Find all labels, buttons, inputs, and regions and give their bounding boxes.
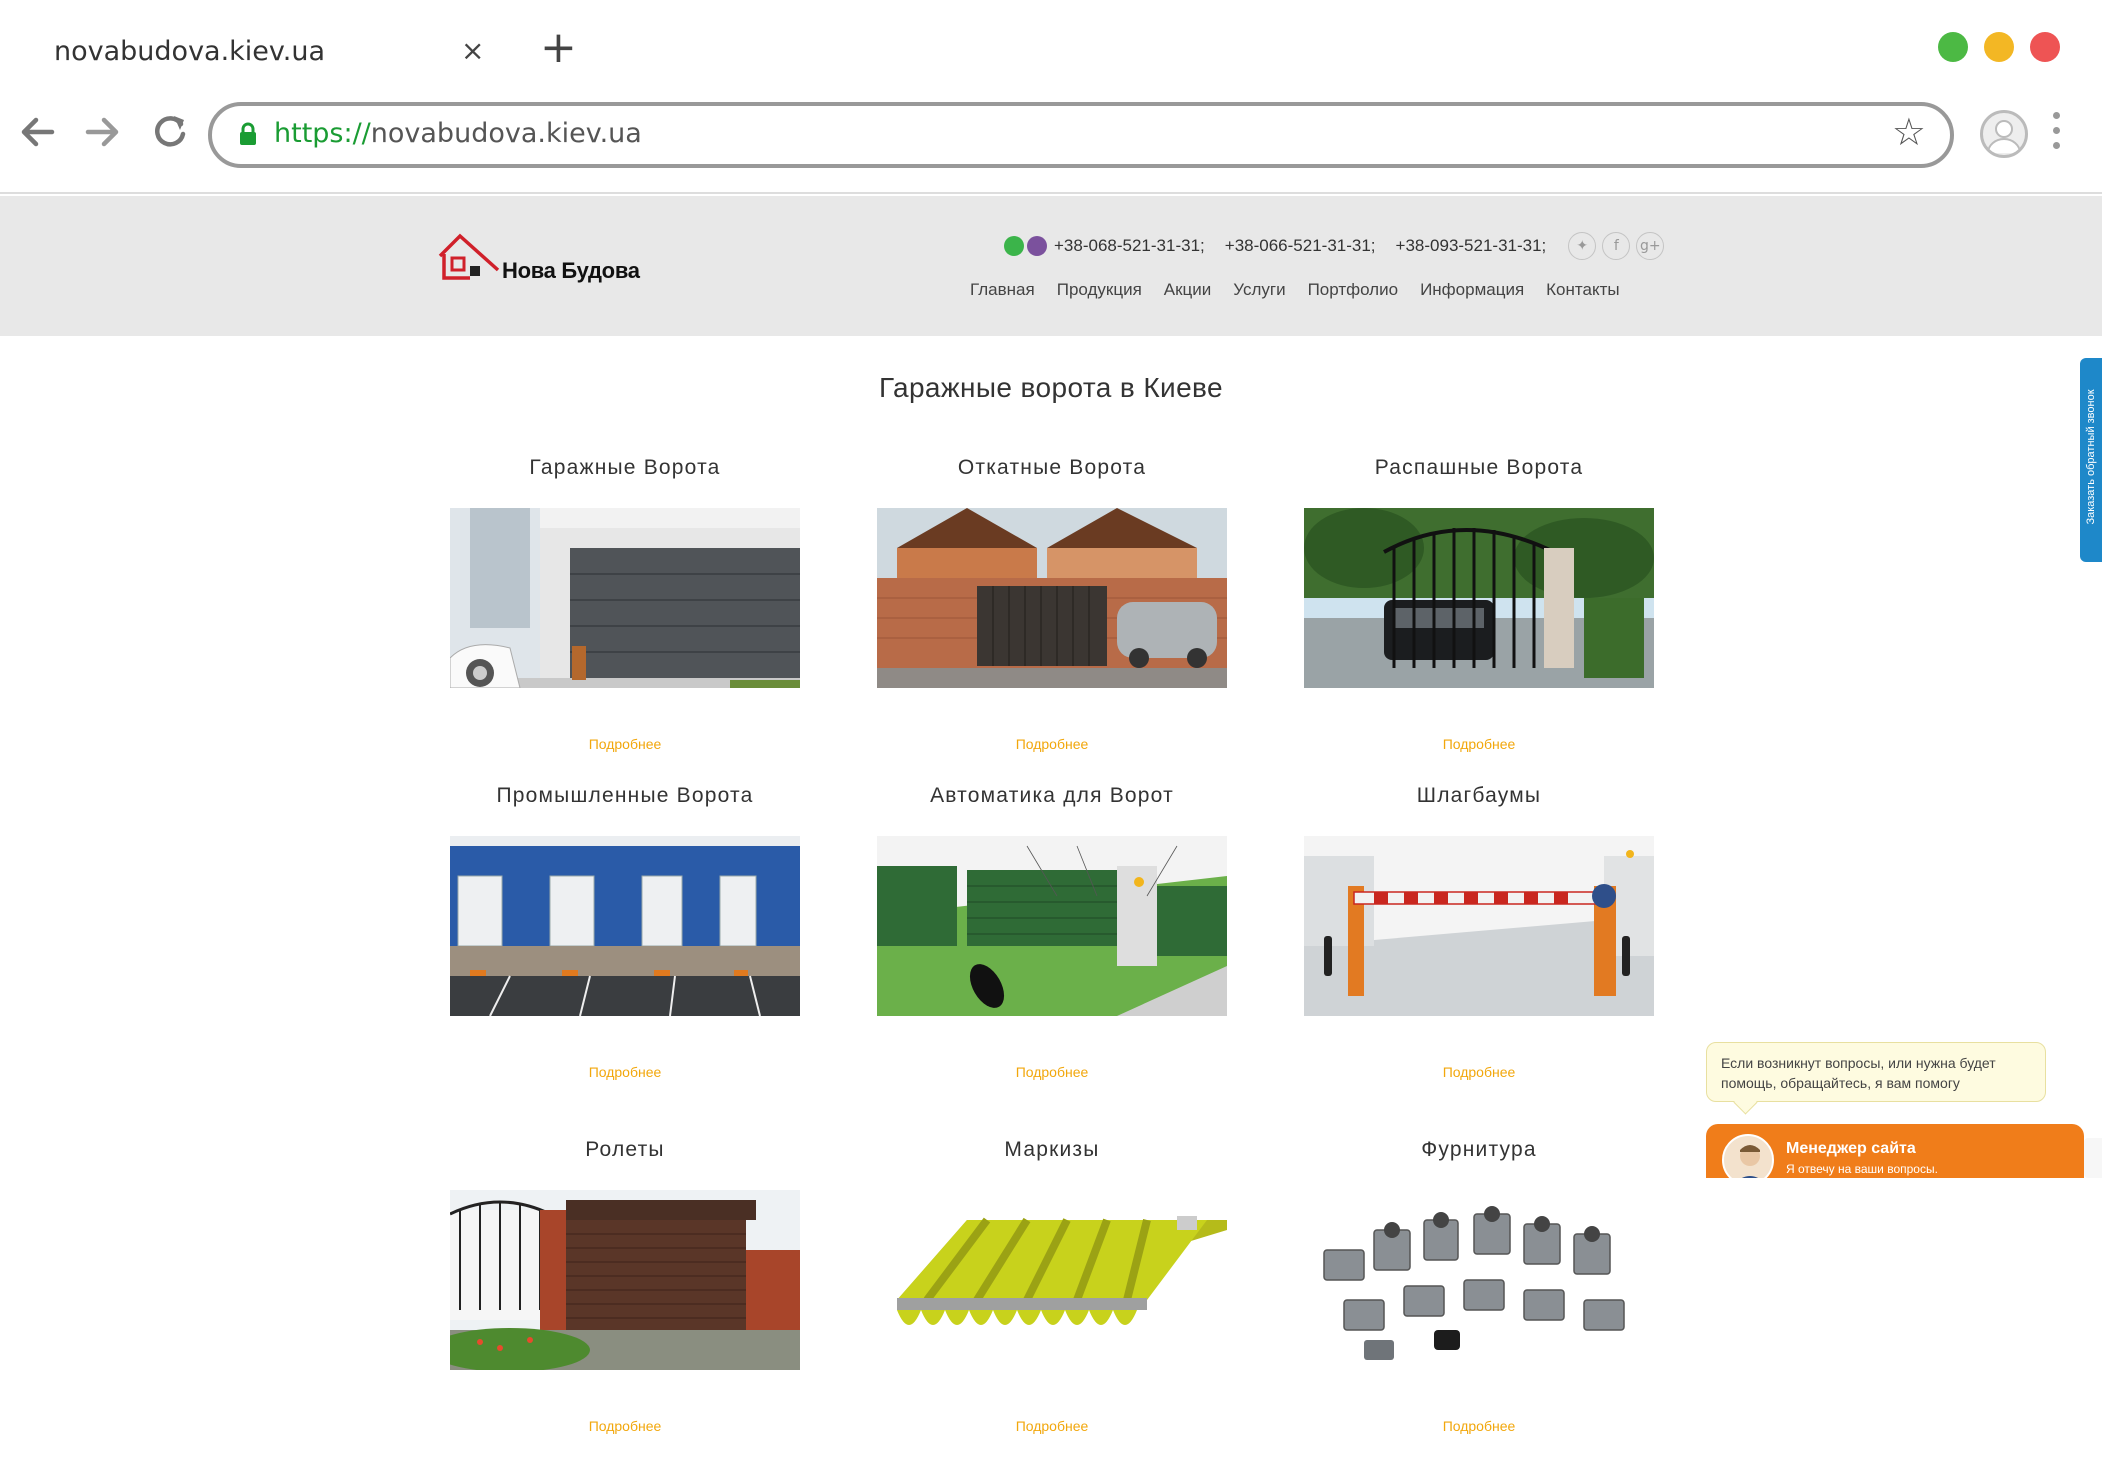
whatsapp-icon[interactable] bbox=[1004, 236, 1024, 256]
main-nav: Главная Продукция Акции Услуги Портфолио… bbox=[970, 280, 1642, 300]
url-host: novabudova.kiev.ua bbox=[370, 118, 642, 149]
card-title[interactable]: Откатные Ворота bbox=[876, 456, 1228, 496]
more-link[interactable]: Подробнее bbox=[449, 1064, 801, 1080]
product-image[interactable] bbox=[450, 1190, 800, 1370]
product-card: Маркизы Подробнее bbox=[876, 1138, 1228, 1434]
more-link[interactable]: Подробнее bbox=[1303, 1064, 1655, 1080]
twitter-icon[interactable]: ✦ bbox=[1568, 232, 1597, 260]
card-title[interactable]: Фурнитура bbox=[1303, 1138, 1655, 1178]
header-phones: +38-068-521-31-31; +38-066-521-31-31; +3… bbox=[1004, 232, 1665, 260]
manager-avatar bbox=[1722, 1134, 1774, 1178]
card-title[interactable]: Промышленные Ворота bbox=[449, 784, 801, 824]
card-title[interactable]: Маркизы bbox=[876, 1138, 1228, 1178]
product-card: Ролеты Подробнее bbox=[449, 1138, 801, 1434]
bookmark-star-icon[interactable]: ☆ bbox=[1892, 114, 1926, 152]
profile-avatar-icon[interactable] bbox=[1980, 110, 2028, 158]
house-logo-icon bbox=[438, 233, 500, 280]
product-image[interactable] bbox=[1304, 508, 1654, 688]
product-image[interactable] bbox=[877, 1190, 1227, 1370]
lock-icon bbox=[240, 122, 256, 145]
card-title[interactable]: Распашные Ворота bbox=[1303, 456, 1655, 496]
callback-request-tab[interactable]: Заказать обратный звонок bbox=[2080, 358, 2102, 562]
back-icon[interactable] bbox=[16, 110, 60, 154]
nav-item-services[interactable]: Услуги bbox=[1233, 280, 1285, 300]
address-bar[interactable]: https://novabudova.kiev.ua ☆ bbox=[208, 102, 1954, 168]
card-title[interactable]: Гаражные Ворота bbox=[449, 456, 801, 496]
chat-greeting-text: Если возникнут вопросы, или нужна будет … bbox=[1721, 1055, 1996, 1091]
product-card: Промышленные Ворота Подробнее bbox=[449, 784, 801, 1080]
window-maximize-button[interactable] bbox=[1938, 32, 1968, 62]
product-image[interactable] bbox=[1304, 1190, 1654, 1370]
nav-item-products[interactable]: Продукция bbox=[1057, 280, 1142, 300]
tab-close-button[interactable]: × bbox=[461, 34, 484, 67]
nav-item-home[interactable]: Главная bbox=[970, 280, 1035, 300]
card-title[interactable]: Автоматика для Ворот bbox=[876, 784, 1228, 824]
nav-item-promotions[interactable]: Акции bbox=[1164, 280, 1212, 300]
browser-tab-bar: novabudova.kiev.ua × + bbox=[0, 0, 2102, 90]
window-minimize-button[interactable] bbox=[1984, 32, 2014, 62]
product-card: Гаражные Ворота Подробнее bbox=[449, 456, 801, 752]
product-card: Автоматика для Ворот Подробнее bbox=[876, 784, 1228, 1080]
card-title[interactable]: Шлагбаумы bbox=[1303, 784, 1655, 824]
product-card: Распашные Ворота Подробнее bbox=[1303, 456, 1655, 752]
phone-number[interactable]: +38-093-521-31-31; bbox=[1396, 236, 1547, 256]
url-scheme: https:// bbox=[274, 118, 371, 149]
chat-manager-name: Менеджер сайта bbox=[1786, 1140, 1916, 1157]
chat-greeting-bubble[interactable]: Если возникнут вопросы, или нужна будет … bbox=[1706, 1042, 2046, 1102]
nav-item-portfolio[interactable]: Портфолио bbox=[1308, 280, 1398, 300]
product-image[interactable] bbox=[877, 836, 1227, 1016]
browser-menu-icon[interactable] bbox=[2048, 112, 2064, 157]
more-link[interactable]: Подробнее bbox=[449, 736, 801, 752]
logo-text: Нова Будова bbox=[502, 258, 640, 283]
more-link[interactable]: Подробнее bbox=[1303, 736, 1655, 752]
callback-tab-label: Заказать обратный звонок bbox=[2085, 389, 2097, 525]
site-logo[interactable]: Нова Будова bbox=[436, 226, 656, 286]
product-image[interactable] bbox=[450, 508, 800, 688]
forward-icon[interactable] bbox=[80, 110, 124, 154]
more-link[interactable]: Подробнее bbox=[1303, 1418, 1655, 1434]
google-plus-icon[interactable]: g+ bbox=[1636, 232, 1665, 260]
phone-number[interactable]: +38-066-521-31-31; bbox=[1225, 236, 1376, 256]
product-card: Шлагбаумы Подробнее bbox=[1303, 784, 1655, 1080]
chat-subtitle: Я отвечу на ваши вопросы. bbox=[1786, 1162, 1938, 1176]
site-header: Нова Будова +38-068-521-31-31; +38-066-5… bbox=[0, 196, 2102, 336]
window-close-button[interactable] bbox=[2030, 32, 2060, 62]
browser-toolbar: https://novabudova.kiev.ua ☆ bbox=[0, 90, 2102, 194]
more-link[interactable]: Подробнее bbox=[876, 1418, 1228, 1434]
recaptcha-badge bbox=[2084, 1138, 2102, 1178]
product-image[interactable] bbox=[877, 508, 1227, 688]
product-card: Откатные Ворота Подробнее bbox=[876, 456, 1228, 752]
facebook-icon[interactable]: f bbox=[1602, 232, 1631, 260]
nav-item-information[interactable]: Информация bbox=[1420, 280, 1524, 300]
nav-item-contacts[interactable]: Контакты bbox=[1546, 280, 1619, 300]
page-title: Гаражные ворота в Киеве bbox=[878, 372, 1223, 403]
reload-icon[interactable] bbox=[148, 110, 192, 154]
more-link[interactable]: Подробнее bbox=[876, 736, 1228, 752]
phone-number[interactable]: +38-068-521-31-31; bbox=[1054, 236, 1205, 256]
new-tab-button[interactable]: + bbox=[540, 26, 577, 70]
card-title[interactable]: Ролеты bbox=[449, 1138, 801, 1178]
viber-icon[interactable] bbox=[1027, 236, 1047, 256]
chat-widget-bar[interactable]: Менеджер сайта Я отвечу на ваши вопросы. bbox=[1706, 1124, 2084, 1178]
more-link[interactable]: Подробнее bbox=[449, 1418, 801, 1434]
product-image[interactable] bbox=[450, 836, 800, 1016]
tab-title[interactable]: novabudova.kiev.ua bbox=[54, 36, 325, 67]
url-text[interactable]: https://novabudova.kiev.ua bbox=[274, 118, 642, 149]
product-card: Фурнитура Подробнее bbox=[1303, 1138, 1655, 1434]
more-link[interactable]: Подробнее bbox=[876, 1064, 1228, 1080]
product-image[interactable] bbox=[1304, 836, 1654, 1016]
